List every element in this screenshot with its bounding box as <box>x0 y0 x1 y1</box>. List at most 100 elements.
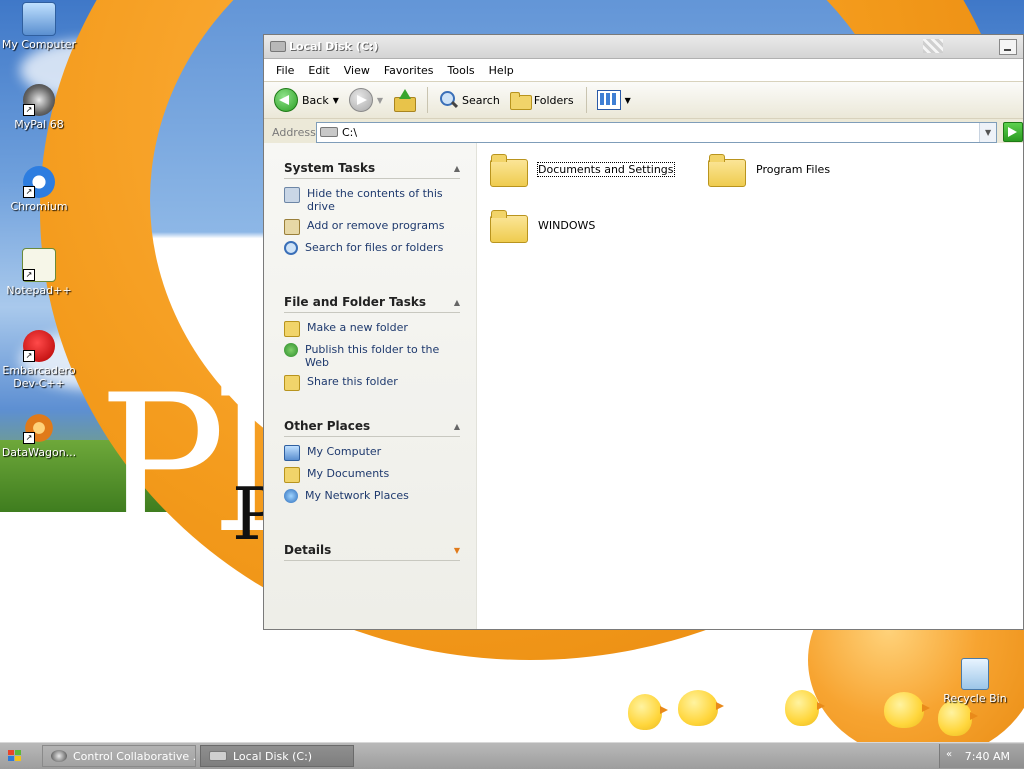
folder-icon <box>490 209 528 243</box>
folder-documents-and-settings[interactable]: Documents and Settings <box>490 153 675 187</box>
search-label: Search <box>462 93 500 107</box>
drive-icon <box>270 41 286 52</box>
chevron-down-icon: ▼ <box>332 95 339 105</box>
place-my-documents[interactable]: My Documents <box>284 467 460 483</box>
window-content: System Tasks ▲ Hide the contents of this… <box>264 143 1023 629</box>
add-remove-programs-icon <box>284 219 300 235</box>
start-button[interactable] <box>2 746 32 766</box>
taskbar-button-label: Control Collaborative ... <box>73 749 196 763</box>
hide-contents-icon <box>284 187 300 203</box>
toolbar-separator <box>585 87 587 113</box>
task-label: Search for files or folders <box>305 241 444 254</box>
desktop-icon-devcpp[interactable]: ↗ Embarcadero Dev-C++ <box>0 330 78 390</box>
wallpaper-chick <box>678 690 724 726</box>
chromium-icon: ↗ <box>23 166 55 198</box>
network-icon <box>284 489 298 503</box>
menu-file[interactable]: File <box>270 62 300 79</box>
task-label: Make a new folder <box>307 321 408 334</box>
task-publish-folder[interactable]: Publish this folder to the Web <box>284 343 460 369</box>
folders-button[interactable]: Folders <box>506 86 578 114</box>
desktop-icon-label: My Computer <box>1 38 77 51</box>
wallpaper-chick <box>884 692 930 728</box>
folder-up-icon <box>393 89 417 112</box>
desktop-icon-mypal[interactable]: ↗ MyPal 68 <box>0 84 78 131</box>
back-label: Back <box>302 93 329 107</box>
raccoon-icon <box>51 750 67 762</box>
task-add-remove-programs[interactable]: Add or remove programs <box>284 219 460 235</box>
forward-button[interactable]: ▼ <box>345 86 387 114</box>
task-make-new-folder[interactable]: Make a new folder <box>284 321 460 337</box>
chevron-up-icon: ▲ <box>453 421 460 431</box>
other-places-header[interactable]: Other Places ▲ <box>284 419 460 437</box>
desktop-icon-label: Embarcadero Dev-C++ <box>2 364 76 390</box>
place-label: My Computer <box>307 445 382 458</box>
chevron-down-icon: ▼ <box>453 545 460 555</box>
address-bar: Address C:\ ▼ <box>264 119 1023 146</box>
shortcut-arrow-icon: ↗ <box>23 104 35 116</box>
views-button[interactable]: ▼ <box>593 86 635 114</box>
address-label: Address <box>272 125 316 139</box>
menu-edit[interactable]: Edit <box>302 62 335 79</box>
menu-view[interactable]: View <box>338 62 376 79</box>
desktop-icon-recycle-bin[interactable]: Recycle Bin <box>936 658 1014 705</box>
details-header[interactable]: Details ▼ <box>284 543 460 561</box>
folder-icon <box>490 153 528 187</box>
chevron-down-icon: ▼ <box>376 95 384 105</box>
task-search-files[interactable]: Search for files or folders <box>284 241 460 255</box>
place-label: My Network Places <box>305 489 409 502</box>
place-my-network-places[interactable]: My Network Places <box>284 489 460 503</box>
views-icon <box>596 90 621 110</box>
section-title: File and Folder Tasks <box>284 295 427 309</box>
window-title: Local Disk (C:) <box>289 40 379 53</box>
desktop-icon-datawagon[interactable]: ↗ DataWagon... <box>0 412 78 459</box>
desktop-icon-label: DataWagon... <box>1 446 77 459</box>
menu-help[interactable]: Help <box>483 62 520 79</box>
task-label: Hide the contents of this drive <box>307 187 443 213</box>
desktop-icon-label: MyPal 68 <box>14 118 64 131</box>
desktop-icon-label: Chromium <box>10 200 68 213</box>
up-button[interactable] <box>389 86 419 114</box>
chevron-up-icon: ▲ <box>453 163 460 173</box>
window-titlebar[interactable]: Local Disk (C:) <box>264 35 1023 59</box>
desktop-icon-chromium[interactable]: ↗ Chromium <box>0 166 78 213</box>
back-arrow-icon <box>274 88 298 112</box>
datawagon-icon: ↗ <box>23 412 55 444</box>
standard-toolbar: Back ▼ ▼ Search Folders ▼ <box>264 82 1023 119</box>
taskbar-button-local-disk[interactable]: Local Disk (C:) <box>200 745 354 767</box>
place-label: My Documents <box>307 467 390 480</box>
folder-windows[interactable]: WINDOWS <box>490 209 595 243</box>
go-button[interactable] <box>1003 122 1023 142</box>
windows-logo-icon <box>8 750 21 761</box>
recycle-bin-icon <box>961 658 989 690</box>
publish-web-icon <box>284 343 298 357</box>
minimize-button[interactable] <box>999 39 1017 55</box>
taskbar-clock[interactable]: 7:40 AM <box>965 750 1010 763</box>
file-folder-tasks-header[interactable]: File and Folder Tasks ▲ <box>284 295 460 313</box>
system-tasks-header[interactable]: System Tasks ▲ <box>284 161 460 179</box>
details-section: Details ▼ <box>284 543 460 569</box>
file-list: Documents and Settings Program Files WIN… <box>486 143 1016 629</box>
folder-icon <box>509 92 532 110</box>
desktop-icon-notepadpp[interactable]: ↗ Notepad++ <box>0 248 78 297</box>
titlebar-artifact <box>923 39 943 53</box>
search-icon <box>284 241 298 255</box>
menu-favorites[interactable]: Favorites <box>378 62 440 79</box>
explorer-window: Local Disk (C:) File Edit View Favorites… <box>263 34 1024 630</box>
taskbar-button-control-collaborative[interactable]: Control Collaborative ... <box>42 745 196 767</box>
task-share-folder[interactable]: Share this folder <box>284 375 460 391</box>
wallpaper-chick <box>628 694 668 730</box>
computer-icon <box>22 2 56 36</box>
task-hide-contents[interactable]: Hide the contents of this drive <box>284 187 460 213</box>
tray-expand-icon[interactable]: « <box>946 749 952 760</box>
search-button[interactable]: Search <box>434 86 504 114</box>
shortcut-arrow-icon: ↗ <box>23 432 35 444</box>
back-button[interactable]: Back ▼ <box>270 86 343 114</box>
desktop-icon-label: Recycle Bin <box>943 692 1007 705</box>
system-tasks-section: System Tasks ▲ Hide the contents of this… <box>284 161 460 261</box>
desktop-icon-my-computer[interactable]: My Computer <box>0 2 78 51</box>
folder-program-files[interactable]: Program Files <box>708 153 830 187</box>
address-input[interactable]: C:\ ▼ <box>315 121 998 143</box>
address-dropdown-button[interactable]: ▼ <box>979 122 997 142</box>
menu-tools[interactable]: Tools <box>442 62 481 79</box>
place-my-computer[interactable]: My Computer <box>284 445 460 461</box>
